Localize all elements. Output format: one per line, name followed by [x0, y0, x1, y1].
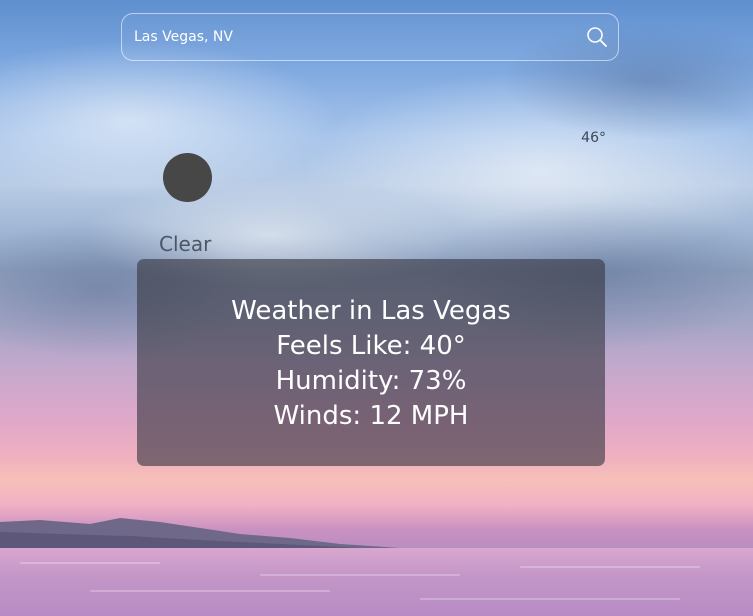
search-icon[interactable]	[586, 26, 608, 48]
winds: Winds: 12 MPH	[273, 401, 469, 431]
humidity: Humidity: 73%	[275, 366, 467, 396]
feels-like: Feels Like: 40°	[276, 331, 466, 361]
search-bar	[121, 13, 619, 61]
wave	[90, 590, 330, 592]
weather-app: 46° Clear Weather in Las Vegas Feels Lik…	[0, 0, 753, 616]
weather-details-card: Weather in Las Vegas Feels Like: 40° Hum…	[137, 259, 605, 466]
wave	[420, 598, 680, 600]
weather-condition: Clear	[159, 232, 212, 256]
wave	[520, 566, 700, 568]
wave	[260, 574, 460, 576]
background-sea	[0, 548, 753, 616]
search-input[interactable]	[134, 14, 574, 60]
current-temperature: 46°	[581, 130, 606, 146]
details-title: Weather in Las Vegas	[231, 296, 511, 326]
clear-weather-icon	[163, 153, 212, 202]
wave	[20, 562, 160, 564]
